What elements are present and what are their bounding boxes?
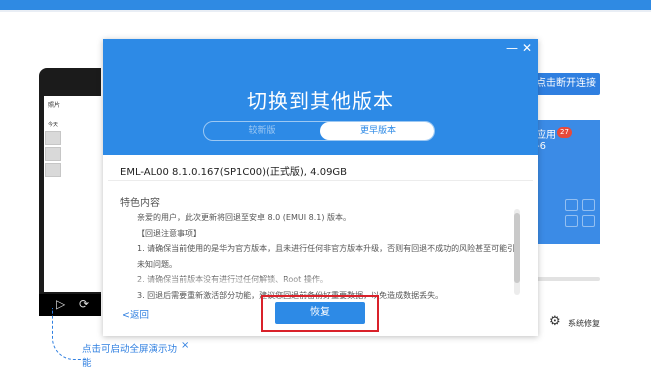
release-note-line: 未知问题。 — [137, 259, 177, 269]
features-title: 特色内容 — [120, 198, 160, 209]
divider — [108, 180, 533, 181]
close-icon[interactable]: ✕ — [521, 41, 533, 55]
release-note-line: 亲爱的用户，此次更新将回退至安卓 8.0 (EMUI 8.1) 版本。 — [137, 213, 352, 222]
version-info: EML-AL00 8.1.0.167(SP1C00)(正式版), 4.09GB — [120, 167, 348, 178]
release-note-line: 【回退注意事项】 — [137, 228, 201, 238]
release-notes-fade — [108, 277, 513, 291]
scrollbar-thumb[interactable] — [514, 213, 520, 283]
tab-newer-version[interactable]: 较新版 — [204, 122, 320, 140]
tab-earlier-version[interactable]: 更早版本 — [320, 122, 434, 140]
back-link[interactable]: <返回 — [122, 307, 149, 321]
version-tabs: 较新版 更早版本 — [203, 121, 435, 141]
minimize-icon[interactable]: — — [506, 41, 518, 55]
release-note-line: 1. 请确保当前使用的是华为官方版本，且未进行任何非官方版本升级，否则有回退不成… — [137, 244, 517, 253]
dialog-title: 切换到其他版本 — [247, 89, 394, 113]
restore-button[interactable]: 恢复 — [275, 302, 365, 324]
switch-version-dialog: — ✕ 切换到其他版本 较新版 更早版本 EML-AL00 8.1.0.167(… — [103, 39, 538, 336]
